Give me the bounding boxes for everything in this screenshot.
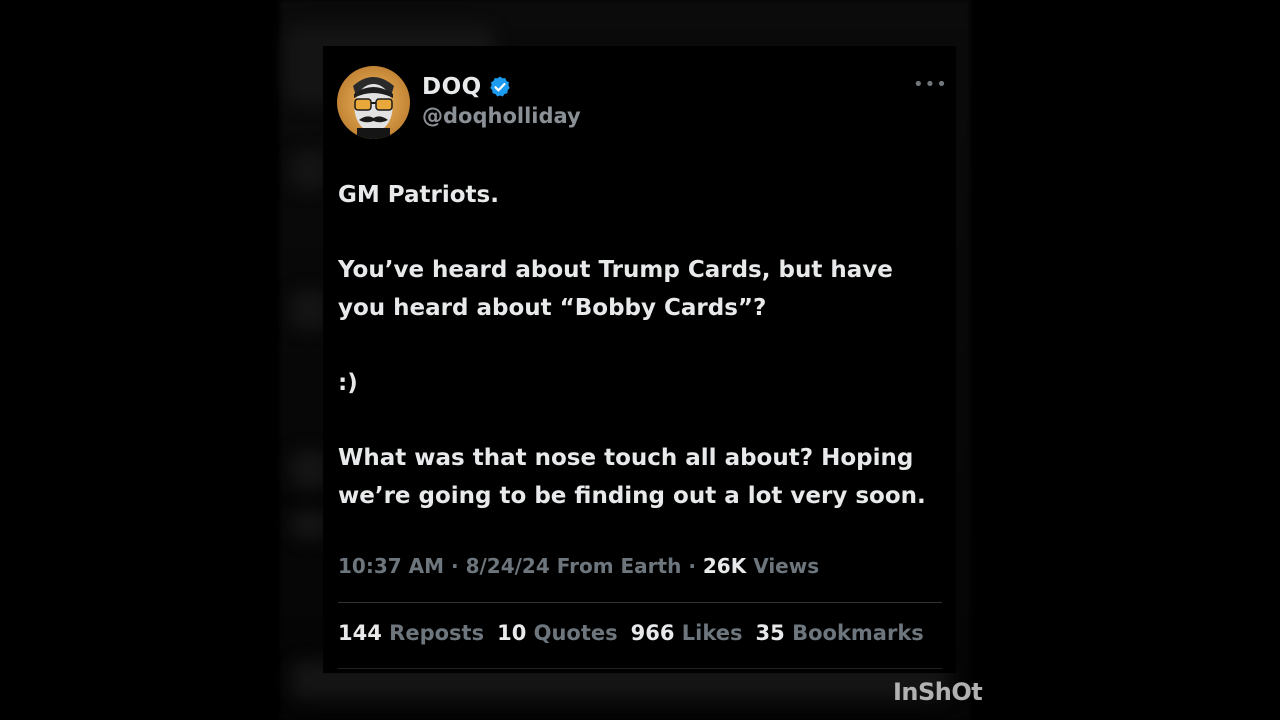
- author-name-row: DOQ: [422, 72, 512, 102]
- more-horizontal-icon[interactable]: •••: [913, 74, 947, 96]
- stat-bookmarks[interactable]: 35 Bookmarks: [756, 621, 924, 645]
- stat-label: Reposts: [389, 621, 485, 645]
- avatar-image: [337, 66, 410, 139]
- post-card[interactable]: DOQ @doqholliday ••• GM Patriots. You’ve…: [323, 46, 956, 673]
- stat-label: Quotes: [533, 621, 618, 645]
- post-paragraph: GM Patriots.: [338, 182, 499, 208]
- stat-label: Likes: [681, 621, 743, 645]
- post-date[interactable]: 8/24/24: [466, 554, 550, 578]
- stat-count: 144: [338, 621, 382, 645]
- avatar[interactable]: [337, 66, 410, 139]
- post-metadata: 10:37 AM · 8/24/24 From Earth · 26K View…: [338, 554, 819, 578]
- stat-count: 35: [755, 621, 785, 645]
- watermark: InShOt: [893, 678, 983, 706]
- post-paragraph: What was that nose touch all about? Hopi…: [338, 445, 926, 509]
- divider: [338, 668, 942, 669]
- stat-quotes[interactable]: 10 Quotes: [497, 621, 618, 645]
- divider: [338, 602, 942, 603]
- stat-count: 966: [630, 621, 675, 645]
- post-time[interactable]: 10:37 AM: [338, 554, 444, 578]
- author-name[interactable]: DOQ: [422, 74, 482, 100]
- views-label: Views: [753, 554, 820, 578]
- separator-dot: ·: [450, 554, 459, 578]
- separator-dot: ·: [688, 554, 696, 578]
- stat-likes[interactable]: 966 Likes: [631, 621, 743, 645]
- post-body: GM Patriots. You’ve heard about Trump Ca…: [338, 176, 948, 515]
- views-count: 26K: [702, 554, 747, 578]
- stat-reposts[interactable]: 144 Reposts: [338, 621, 484, 645]
- verified-badge-icon: [490, 76, 510, 97]
- post-paragraph: :): [338, 370, 358, 396]
- stat-label: Bookmarks: [792, 621, 924, 645]
- post-source: From Earth: [556, 554, 682, 578]
- engagement-stats: 144 Reposts 10 Quotes 966 Likes 35 Bookm…: [338, 621, 924, 645]
- stat-count: 10: [497, 621, 527, 645]
- author-handle[interactable]: @doqholliday: [422, 104, 581, 128]
- post-paragraph: You’ve heard about Trump Cards, but have…: [338, 257, 893, 321]
